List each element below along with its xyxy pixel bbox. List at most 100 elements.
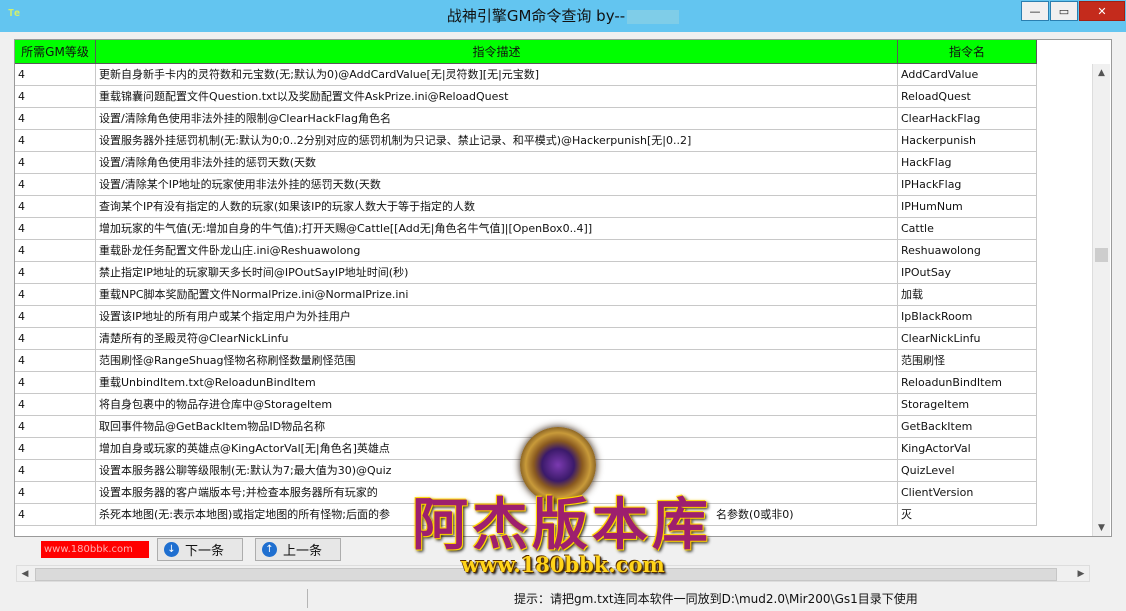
header-command-name[interactable]: 指令名 <box>898 40 1037 64</box>
cell-gm-level[interactable]: 4 <box>15 372 96 394</box>
cell-description[interactable]: 查询某个IP有没有指定的人数的玩家(如果该IP的玩家人数大于等于指定的人数 <box>96 196 898 218</box>
cell-command-name[interactable]: ReloadunBindItem <box>898 372 1037 394</box>
vertical-scrollbar[interactable]: ▲ ▼ <box>1092 64 1110 536</box>
table-row[interactable]: 4 清楚所有的圣殿灵符@ClearNickLinfu ClearNickLinfu <box>15 328 1037 350</box>
table-row[interactable]: 4 将自身包裹中的物品存进仓库中@StorageItem StorageItem <box>15 394 1037 416</box>
cell-command-name[interactable]: GetBackItem <box>898 416 1037 438</box>
cell-description[interactable]: 重载锦囊问题配置文件Question.txt以及奖励配置文件AskPrize.i… <box>96 86 898 108</box>
scroll-down-arrow-icon[interactable]: ▼ <box>1093 519 1110 536</box>
cell-gm-level[interactable]: 4 <box>15 262 96 284</box>
cell-description[interactable]: 杀死本地图(无:表示本地图)或指定地图的所有怪物;后面的参 名参数(0或非0) <box>96 504 898 526</box>
cell-gm-level[interactable]: 4 <box>15 64 96 86</box>
table-row[interactable]: 4 重载锦囊问题配置文件Question.txt以及奖励配置文件AskPrize.… <box>15 86 1037 108</box>
cell-command-name[interactable]: ReloadQuest <box>898 86 1037 108</box>
table-row[interactable]: 4 设置本服务器的客户端版本号;并检查本服务器所有玩家的 ClientVersion <box>15 482 1037 504</box>
cell-description[interactable]: 增加自身或玩家的英雄点@KingActorVal[无|角色名]英雄点 <box>96 438 898 460</box>
cell-gm-level[interactable]: 4 <box>15 240 96 262</box>
cell-command-name[interactable]: ClearHackFlag <box>898 108 1037 130</box>
prev-button[interactable]: ↑ 上一条 <box>255 538 341 561</box>
cell-gm-level[interactable]: 4 <box>15 152 96 174</box>
cell-description[interactable]: 设置本服务器的客户端版本号;并检查本服务器所有玩家的 <box>96 482 898 504</box>
close-button[interactable]: ✕ <box>1079 1 1125 21</box>
cell-description[interactable]: 设置/清除角色使用非法外挂的惩罚天数(天数 <box>96 152 898 174</box>
cell-description[interactable]: 更新自身新手卡内的灵符数和元宝数(无;默认为0)@AddCardValue[无|… <box>96 64 898 86</box>
cell-gm-level[interactable]: 4 <box>15 306 96 328</box>
horizontal-scroll-thumb[interactable] <box>35 568 1057 581</box>
cell-description[interactable]: 取回事件物品@GetBackItem物品ID物品名称 <box>96 416 898 438</box>
table-row[interactable]: 4 杀死本地图(无:表示本地图)或指定地图的所有怪物;后面的参 名参数(0或非0) 灭 <box>15 504 1037 526</box>
command-table[interactable]: 所需GM等级 指令描述 指令名 4 更新自身新手卡内的灵符数和元宝数(无;默认为0… <box>14 39 1112 537</box>
cell-command-name[interactable]: IPHumNum <box>898 196 1037 218</box>
cell-command-name[interactable]: Reshuawolong <box>898 240 1037 262</box>
table-row[interactable]: 4 设置服务器外挂惩罚机制(无:默认为0;0..2分别对应的惩罚机制为只记录、禁止… <box>15 130 1037 152</box>
cell-gm-level[interactable]: 4 <box>15 504 96 526</box>
scroll-right-arrow-icon[interactable]: ▶ <box>1073 566 1089 581</box>
table-row[interactable]: 4 取回事件物品@GetBackItem物品ID物品名称 GetBackItem <box>15 416 1037 438</box>
table-row[interactable]: 4 禁止指定IP地址的玩家聊天多长时间@IPOutSayIP地址时间(秒) IPOu… <box>15 262 1037 284</box>
cell-command-name[interactable]: ClientVersion <box>898 482 1037 504</box>
cell-command-name[interactable]: IPOutSay <box>898 262 1037 284</box>
cell-gm-level[interactable]: 4 <box>15 174 96 196</box>
cell-gm-level[interactable]: 4 <box>15 416 96 438</box>
scroll-up-arrow-icon[interactable]: ▲ <box>1093 64 1110 81</box>
table-row[interactable]: 4 重载NPC脚本奖励配置文件NormalPrize.ini@NormalPriz… <box>15 284 1037 306</box>
cell-gm-level[interactable]: 4 <box>15 284 96 306</box>
table-row[interactable]: 4 范围刷怪@RangeShuag怪物名称刷怪数量刷怪范围 范围刷怪 <box>15 350 1037 372</box>
table-row[interactable]: 4 设置本服务器公聊等级限制(无:默认为7;最大值为30)@Quiz QuizLev… <box>15 460 1037 482</box>
cell-gm-level[interactable]: 4 <box>15 218 96 240</box>
cell-command-name[interactable]: 范围刷怪 <box>898 350 1037 372</box>
cell-description[interactable]: 重载UnbindItem.txt@ReloadunBindItem <box>96 372 898 394</box>
minimize-button[interactable]: — <box>1021 1 1049 21</box>
cell-command-name[interactable]: IPHackFlag <box>898 174 1037 196</box>
cell-gm-level[interactable]: 4 <box>15 86 96 108</box>
table-row[interactable]: 4 更新自身新手卡内的灵符数和元宝数(无;默认为0)@AddCardValue[无… <box>15 64 1037 86</box>
cell-command-name[interactable]: ClearNickLinfu <box>898 328 1037 350</box>
cell-description[interactable]: 重载卧龙任务配置文件卧龙山庄.ini@Reshuawolong <box>96 240 898 262</box>
cell-command-name[interactable]: StorageItem <box>898 394 1037 416</box>
cell-description[interactable]: 将自身包裹中的物品存进仓库中@StorageItem <box>96 394 898 416</box>
cell-description[interactable]: 增加玩家的牛气值(无:增加自身的牛气值);打开天赐@Cattle[[Add无|角… <box>96 218 898 240</box>
horizontal-scrollbar[interactable]: ◀ ▶ <box>16 565 1090 582</box>
cell-command-name[interactable]: Cattle <box>898 218 1037 240</box>
cell-gm-level[interactable]: 4 <box>15 108 96 130</box>
cell-command-name[interactable]: AddCardValue <box>898 64 1037 86</box>
cell-command-name[interactable]: Hackerpunish <box>898 130 1037 152</box>
cell-gm-level[interactable]: 4 <box>15 394 96 416</box>
cell-description[interactable]: 清楚所有的圣殿灵符@ClearNickLinfu <box>96 328 898 350</box>
scroll-left-arrow-icon[interactable]: ◀ <box>17 566 33 581</box>
cell-command-name[interactable]: KingActorVal <box>898 438 1037 460</box>
table-row[interactable]: 4 重载UnbindItem.txt@ReloadunBindItem Reload… <box>15 372 1037 394</box>
table-row[interactable]: 4 增加自身或玩家的英雄点@KingActorVal[无|角色名]英雄点 KingA… <box>15 438 1037 460</box>
cell-description[interactable]: 设置/清除角色使用非法外挂的限制@ClearHackFlag角色名 <box>96 108 898 130</box>
vertical-scroll-thumb[interactable] <box>1095 248 1108 262</box>
cell-description[interactable]: 设置/清除某个IP地址的玩家使用非法外挂的惩罚天数(天数 <box>96 174 898 196</box>
cell-description[interactable]: 禁止指定IP地址的玩家聊天多长时间@IPOutSayIP地址时间(秒) <box>96 262 898 284</box>
cell-gm-level[interactable]: 4 <box>15 482 96 504</box>
maximize-button[interactable]: ▭ <box>1050 1 1078 21</box>
cell-command-name[interactable]: 加载 <box>898 284 1037 306</box>
cell-description[interactable]: 重载NPC脚本奖励配置文件NormalPrize.ini@NormalPrize… <box>96 284 898 306</box>
table-row[interactable]: 4 设置/清除某个IP地址的玩家使用非法外挂的惩罚天数(天数 IPHackFlag <box>15 174 1037 196</box>
table-row[interactable]: 4 设置/清除角色使用非法外挂的限制@ClearHackFlag角色名 ClearH… <box>15 108 1037 130</box>
cell-gm-level[interactable]: 4 <box>15 328 96 350</box>
table-row[interactable]: 4 增加玩家的牛气值(无:增加自身的牛气值);打开天赐@Cattle[[Add无|… <box>15 218 1037 240</box>
cell-command-name[interactable]: 灭 <box>898 504 1037 526</box>
cell-gm-level[interactable]: 4 <box>15 350 96 372</box>
cell-command-name[interactable]: HackFlag <box>898 152 1037 174</box>
cell-description[interactable]: 范围刷怪@RangeShuag怪物名称刷怪数量刷怪范围 <box>96 350 898 372</box>
cell-description[interactable]: 设置本服务器公聊等级限制(无:默认为7;最大值为30)@Quiz <box>96 460 898 482</box>
cell-gm-level[interactable]: 4 <box>15 438 96 460</box>
table-row[interactable]: 4 设置该IP地址的所有用户或某个指定用户为外挂用户 IpBlackRoom <box>15 306 1037 328</box>
cell-gm-level[interactable]: 4 <box>15 130 96 152</box>
header-gm-level[interactable]: 所需GM等级 <box>15 40 96 64</box>
cell-gm-level[interactable]: 4 <box>15 460 96 482</box>
table-row[interactable]: 4 重载卧龙任务配置文件卧龙山庄.ini@Reshuawolong Reshuawo… <box>15 240 1037 262</box>
cell-description[interactable]: 设置该IP地址的所有用户或某个指定用户为外挂用户 <box>96 306 898 328</box>
header-description[interactable]: 指令描述 <box>96 40 898 64</box>
table-row[interactable]: 4 设置/清除角色使用非法外挂的惩罚天数(天数 HackFlag <box>15 152 1037 174</box>
cell-description[interactable]: 设置服务器外挂惩罚机制(无:默认为0;0..2分别对应的惩罚机制为只记录、禁止记… <box>96 130 898 152</box>
next-button[interactable]: ↓ 下一条 <box>157 538 243 561</box>
cell-gm-level[interactable]: 4 <box>15 196 96 218</box>
table-row[interactable]: 4 查询某个IP有没有指定的人数的玩家(如果该IP的玩家人数大于等于指定的人数 IP… <box>15 196 1037 218</box>
cell-command-name[interactable]: QuizLevel <box>898 460 1037 482</box>
